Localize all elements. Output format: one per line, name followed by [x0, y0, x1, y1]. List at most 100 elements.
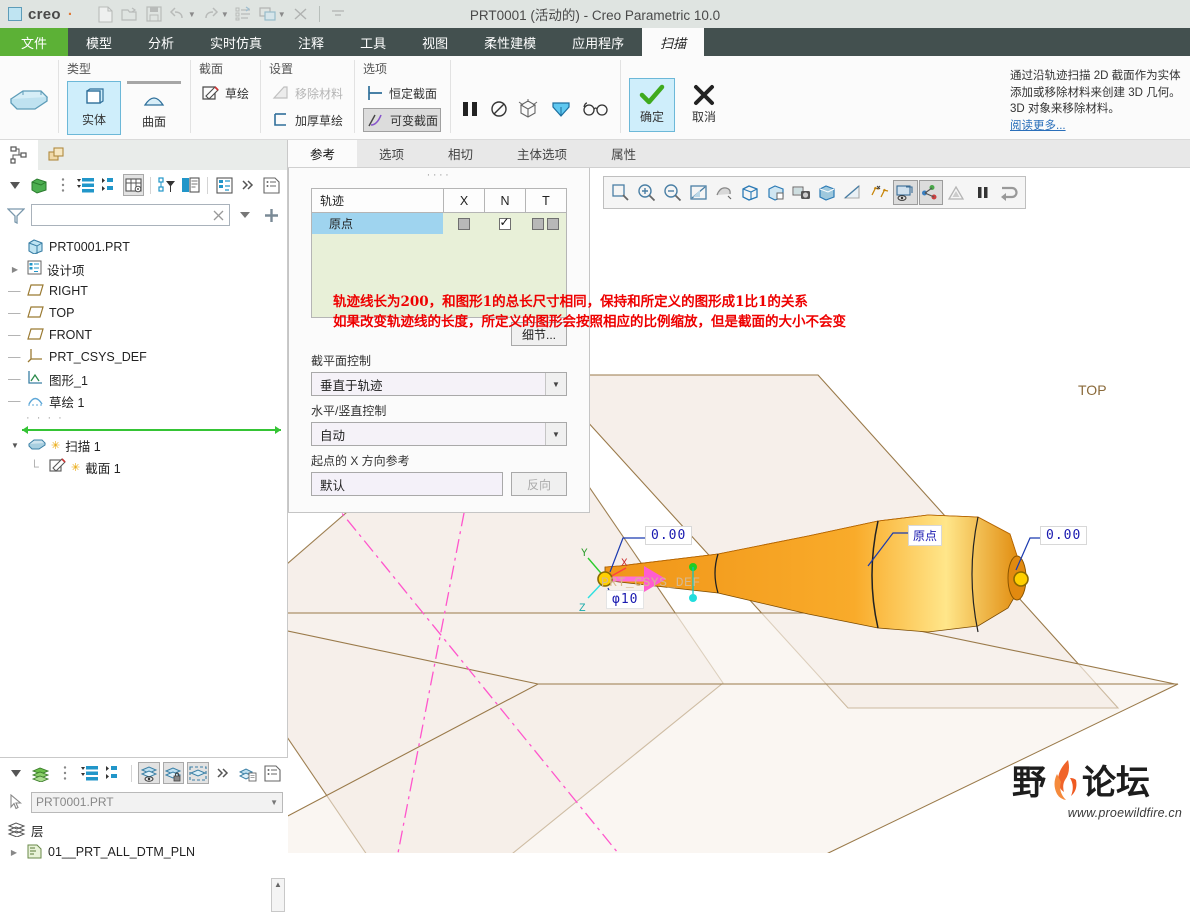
tree-item-top[interactable]: — TOP	[8, 302, 287, 324]
tree-item-part[interactable]: PRT0001.PRT	[8, 236, 287, 258]
tab-sweep[interactable]: 扫描	[642, 28, 705, 56]
tree-settings-icon[interactable]	[214, 174, 235, 196]
display-style-icon[interactable]	[815, 180, 840, 205]
layer-select-icon[interactable]	[187, 762, 210, 784]
t2-checkbox[interactable]	[547, 217, 559, 230]
cancel-button[interactable]: 取消	[681, 78, 727, 132]
tree-item-sweep[interactable]: ▼ ✳ 扫描 1	[8, 434, 287, 456]
wireframe-preview-icon[interactable]	[517, 98, 539, 120]
add-filter-icon[interactable]	[260, 204, 282, 226]
ok-button[interactable]: 确定	[629, 77, 676, 132]
pause-icon[interactable]	[459, 98, 481, 120]
layer-model-combo[interactable]: PRT0001.PRT ▼	[31, 791, 283, 813]
tree-item-sketch[interactable]: — 草绘 1	[8, 390, 287, 412]
layer-list-item[interactable]: ▶ 01__PRT_ALL_DTM_PLN	[7, 841, 288, 863]
remove-material-button[interactable]: 移除材料	[269, 81, 345, 105]
annotation-display-icon[interactable]	[867, 180, 892, 205]
datum-display-icon[interactable]	[841, 180, 866, 205]
origin-trajectory-label[interactable]: 原点	[908, 525, 943, 546]
dashboard-tab-references[interactable]: 参考	[288, 140, 358, 167]
more-chevrons-icon[interactable]	[238, 174, 259, 196]
row-t-checkbox-cell[interactable]	[525, 213, 566, 234]
tab-analysis[interactable]: 分析	[130, 28, 192, 56]
glasses-preview-icon[interactable]	[583, 101, 609, 117]
redo-dropdown-icon[interactable]: ▼	[221, 10, 229, 19]
x-direction-reference-input[interactable]: 默认	[311, 472, 503, 496]
repaint-icon[interactable]	[686, 180, 711, 205]
layer-show-icon[interactable]	[138, 762, 160, 784]
filter-funnel-icon[interactable]	[5, 204, 27, 226]
type-surface-button[interactable]: 曲面	[127, 81, 181, 135]
row-n-checkbox-cell[interactable]	[484, 213, 525, 234]
tree-expander-sweep[interactable]: ▼	[8, 441, 22, 450]
spin-center-icon[interactable]	[712, 180, 737, 205]
window-switch-icon[interactable]	[257, 3, 279, 25]
chevron-down-icon[interactable]: ▼	[545, 373, 566, 395]
zoom-in-icon[interactable]	[634, 180, 659, 205]
scroll-up-arrow-icon[interactable]: ▲	[274, 880, 282, 889]
insert-here-indicator[interactable]	[22, 426, 281, 434]
layer-new-icon[interactable]	[237, 762, 259, 784]
layer-scrollbar[interactable]: ▲	[271, 878, 285, 912]
capture-image-icon[interactable]	[789, 180, 814, 205]
open-file-icon[interactable]	[119, 3, 141, 25]
layer-root-item[interactable]: 层	[7, 819, 288, 841]
dialog-grip-handle[interactable]: ····	[289, 168, 589, 182]
detail-button[interactable]: 细节...	[511, 322, 567, 346]
dashboard-tab-options[interactable]: 选项	[357, 140, 426, 167]
undo-dropdown-icon[interactable]: ▼	[188, 10, 196, 19]
type-solid-button[interactable]: 实体	[67, 81, 121, 135]
window-dropdown-icon[interactable]: ▼	[278, 10, 286, 19]
tree-item-section[interactable]: └ ✳ 截面 1	[8, 456, 287, 478]
tree-filters-icon[interactable]	[157, 174, 178, 196]
start-angle-dim[interactable]: 0.00	[645, 526, 693, 545]
shaded-preview-icon[interactable]	[548, 96, 574, 122]
chevron-down-icon-3[interactable]: ▼	[270, 798, 278, 807]
tree-menu-icon[interactable]	[52, 174, 73, 196]
layer-visibility-icon[interactable]	[892, 180, 918, 205]
layer-pointer-icon[interactable]	[5, 791, 27, 813]
search-input[interactable]	[31, 204, 230, 226]
tree-item-right[interactable]: — RIGHT	[8, 280, 287, 302]
regenerate-icon[interactable]	[233, 3, 255, 25]
undo-icon[interactable]	[167, 3, 189, 25]
tree-item-graph[interactable]: — 图形_1	[8, 368, 287, 390]
redo-icon[interactable]	[200, 3, 222, 25]
collapse-layers-icon[interactable]	[104, 762, 126, 784]
filter-dropdown-icon[interactable]	[234, 204, 256, 226]
save-icon[interactable]	[143, 3, 165, 25]
layer-lock-icon[interactable]	[162, 762, 185, 784]
zoom-to-fit-icon[interactable]	[608, 180, 633, 205]
tree-columns-icon[interactable]	[123, 174, 144, 196]
new-file-icon[interactable]	[95, 3, 117, 25]
n-checkbox[interactable]	[498, 215, 511, 230]
layer-tree-tab[interactable]	[38, 140, 76, 170]
layer-caret-icon[interactable]	[5, 762, 27, 784]
resume-playback-icon[interactable]	[996, 180, 1021, 205]
expand-list-icon[interactable]	[76, 174, 97, 196]
tree-properties-icon[interactable]	[261, 174, 282, 196]
tab-view[interactable]: 视图	[404, 28, 466, 56]
tree-item-design-items[interactable]: ▶ 设计项	[8, 258, 287, 280]
tab-live-simulation[interactable]: 实时仿真	[192, 28, 280, 56]
table-row[interactable]: 原点	[312, 213, 566, 234]
tab-file[interactable]: 文件	[0, 28, 68, 56]
no-preview-icon[interactable]	[490, 100, 508, 118]
row-x-checkbox-cell[interactable]	[443, 213, 484, 234]
expand-layers-icon[interactable]	[79, 762, 101, 784]
layer-menu-icon[interactable]	[54, 762, 76, 784]
dashboard-tab-properties[interactable]: 属性	[589, 140, 658, 167]
view-manager-icon[interactable]	[763, 180, 788, 205]
tree-item-csys[interactable]: — PRT_CSYS_DEF	[8, 346, 287, 368]
dashboard-tab-body-options[interactable]: 主体选项	[495, 140, 589, 167]
layer-more-icon[interactable]	[212, 762, 234, 784]
tree-filter-caret-icon[interactable]	[5, 174, 26, 196]
chevron-down-icon-2[interactable]: ▼	[545, 423, 566, 445]
collapse-list-icon[interactable]	[100, 174, 121, 196]
customize-qat-icon[interactable]	[327, 3, 349, 25]
model-tree-root-icon[interactable]	[29, 174, 50, 196]
pause-playback-icon[interactable]	[970, 180, 995, 205]
point-display-icon[interactable]	[918, 180, 944, 205]
section-plane-control-combo[interactable]: 垂直于轨迹 ▼	[311, 372, 567, 396]
end-angle-dim[interactable]: 0.00	[1040, 526, 1088, 545]
